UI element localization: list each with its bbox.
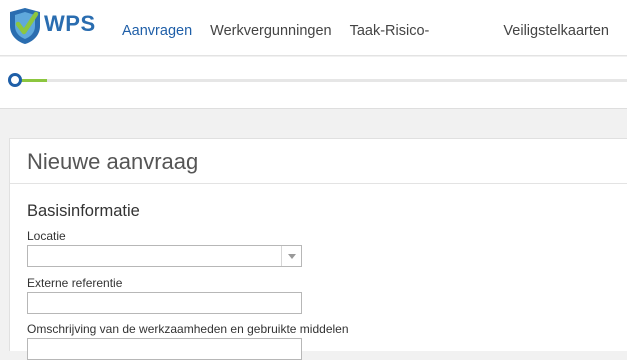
nav-tab-aanvragen[interactable]: Aanvragen: [122, 0, 192, 56]
locatie-label: Locatie: [27, 229, 66, 243]
section-title: Basisinformatie: [27, 202, 140, 220]
progress-step-dot: [8, 73, 22, 87]
new-request-panel: Nieuwe aanvraag Basisinformatie Locatie …: [9, 138, 627, 360]
logo-text[interactable]: WPS: [44, 11, 96, 37]
chevron-down-icon[interactable]: [281, 246, 301, 266]
omschrijving-label: Omschrijving van de werkzaamheden en geb…: [27, 322, 349, 336]
externe-referentie-label: Externe referentie: [27, 276, 123, 290]
nav-tab-veiligstelkaarten[interactable]: Veiligstelkaarten: [503, 0, 609, 56]
wps-shield-logo-icon[interactable]: [6, 6, 44, 46]
panel-header: Nieuwe aanvraag: [10, 139, 627, 184]
externe-referentie-input[interactable]: [27, 292, 302, 314]
omschrijving-input[interactable]: [27, 338, 302, 360]
progress-area: [0, 57, 627, 109]
nav-tab-taak-risico-analyses[interactable]: Taak-Risico-Analyses: [350, 0, 486, 101]
nav-tab-werkvergunningen[interactable]: Werkvergunningen: [210, 0, 331, 56]
progress-track: [16, 79, 627, 82]
top-navigation-bar: WPS Aanvragen Werkvergunningen Taak-Risi…: [0, 0, 627, 101]
locatie-select[interactable]: [27, 245, 302, 267]
main-nav: Aanvragen Werkvergunningen Taak-Risico-A…: [122, 0, 627, 101]
page-title: Nieuwe aanvraag: [27, 149, 199, 174]
